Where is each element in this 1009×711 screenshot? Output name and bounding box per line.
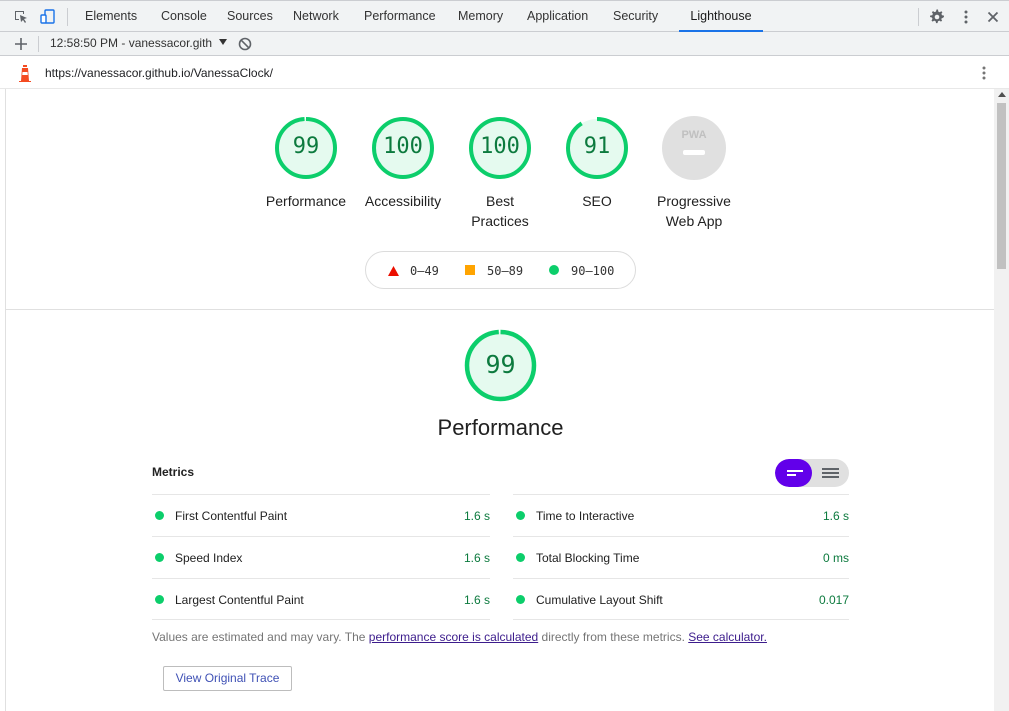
settings-gear-icon[interactable] [929,9,945,25]
toggle-expanded-view[interactable] [812,459,849,487]
tab-application[interactable]: Application [527,1,588,32]
metric-row: Cumulative Layout Shift 0.017 [513,578,849,620]
metric-name: First Contentful Paint [175,509,288,523]
scrollbar-thumb[interactable] [997,103,1006,269]
pass-dot-icon [155,553,164,562]
score-label-line1: Best [485,193,514,209]
metric-name: Speed Index [175,551,243,565]
metrics-heading: Metrics [152,465,195,479]
tab-memory[interactable]: Memory [458,1,503,32]
score-value: 91 [583,134,611,159]
legend-pass-range: 90–100 [571,264,615,278]
performance-gauge-large: 99 [464,329,537,402]
metric-row: First Contentful Paint 1.6 s [152,494,490,536]
report-selector[interactable]: 12:58:50 PM - vanessacor.gith [50,36,228,50]
tab-elements[interactable]: Elements [85,1,137,32]
pwa-badge-text: PWA [681,129,706,141]
dropdown-arrow-icon [219,39,228,45]
toolbar-divider [918,8,919,26]
pass-dot-icon [155,595,164,604]
score-value: 99 [485,350,516,379]
gauge-pwa[interactable]: PWA Progressive Web App [657,116,731,229]
lighthouse-logo-icon [17,64,33,82]
metric-value: 1.6 s [822,509,849,523]
metric-row: Speed Index 1.6 s [152,536,490,578]
toggle-compact-view[interactable] [775,459,812,487]
device-toolbar-icon[interactable] [40,9,56,25]
tab-lighthouse-label: Lighthouse [690,9,752,23]
report-selector-label: 12:58:50 PM - vanessacor.gith [50,36,213,50]
pass-dot-icon [516,511,525,520]
score-value: 99 [292,134,320,159]
section-divider [6,309,994,310]
metrics-note: Values are estimated and may vary. The p… [152,630,767,644]
scroll-up-arrow-icon[interactable] [998,92,1006,97]
toolbar-divider [38,36,39,52]
close-devtools-icon[interactable] [985,9,1001,25]
metric-row: Largest Contentful Paint 1.6 s [152,578,490,620]
metric-row: Total Blocking Time 0 ms [513,536,849,578]
metric-value: 0 ms [822,551,849,565]
legend-average-range: 50–89 [487,264,524,278]
compact-view-icon [787,470,803,476]
score-label: Accessibility [364,193,442,209]
pwa-badge: PWA [662,116,726,180]
metric-name: Time to Interactive [536,509,635,523]
inspect-element-icon[interactable] [13,9,29,25]
average-square-icon [465,265,475,275]
more-options-icon[interactable] [958,9,974,25]
pass-circle-icon [549,265,559,275]
tab-lighthouse[interactable]: Lighthouse [679,1,763,32]
tab-performance[interactable]: Performance [364,1,436,32]
report-scrollbar[interactable] [994,89,1009,711]
report-url-bar: https://vanessacor.github.io/VanessaCloc… [0,57,1009,89]
tab-console[interactable]: Console [161,1,207,32]
tab-security[interactable]: Security [613,1,658,32]
metric-value: 0.017 [818,593,849,607]
score-legend: 0–49 50–89 90–100 [365,251,636,289]
score-label-line2: Web App [665,213,723,229]
devtools-tab-bar: Elements Console Sources Network Perform… [0,0,1009,32]
lighthouse-toolbar: 12:58:50 PM - vanessacor.gith [0,32,1009,56]
pass-dot-icon [516,553,525,562]
note-text: Values are estimated and may vary. The [152,630,369,644]
gauge-performance[interactable]: 99 Performance [266,116,346,209]
performance-title: Performance [437,415,564,440]
metric-value: 1.6 s [463,509,490,523]
metric-value: 1.6 s [463,593,490,607]
score-value: 100 [383,134,423,159]
score-label-line1: Progressive [657,193,731,209]
score-value: 100 [480,134,520,159]
note-text: directly from these metrics. [538,630,689,644]
clear-reports-block-icon[interactable] [237,36,253,52]
metric-name: Largest Contentful Paint [175,593,304,607]
report-menu-icon[interactable] [976,65,992,81]
toolbar-divider [67,8,68,26]
tab-network[interactable]: Network [293,1,339,32]
metric-row: Time to Interactive 1.6 s [513,494,849,536]
lighthouse-report: 99 Performance 100 Accessibility 100 Bes… [5,89,994,711]
view-original-trace-button[interactable]: View Original Trace [163,666,292,691]
legend-fail-range: 0–49 [410,264,439,278]
expanded-view-icon [822,468,839,478]
tab-sources[interactable]: Sources [227,1,273,32]
gauge-best-practices[interactable]: 100 Best Practices [468,116,532,229]
metric-name: Total Blocking Time [536,551,640,565]
score-calculated-link[interactable]: performance score is calculated [369,630,538,644]
pass-dot-icon [516,595,525,604]
pass-dot-icon [155,511,164,520]
new-report-plus-icon[interactable] [13,36,29,52]
metric-value: 1.6 s [463,551,490,565]
gauge-accessibility[interactable]: 100 Accessibility [365,116,441,209]
metrics-view-toggle[interactable] [775,459,849,487]
fail-triangle-icon [388,265,399,279]
score-label-line2: Practices [471,213,529,229]
metric-name: Cumulative Layout Shift [536,593,663,607]
gauge-seo[interactable]: 91 SEO [565,116,629,209]
report-url: https://vanessacor.github.io/VanessaCloc… [45,66,273,80]
score-label: Performance [265,193,347,209]
see-calculator-link[interactable]: See calculator. [688,630,767,644]
score-label: SEO [582,193,612,209]
